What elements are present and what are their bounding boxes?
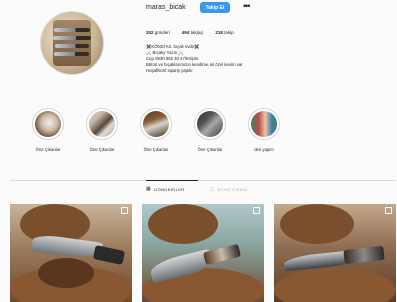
active-tab-indicator: [146, 180, 198, 181]
multiple-photos-icon: [121, 207, 128, 214]
knife-display-board: [53, 20, 91, 66]
highlight-thumbnail: [89, 111, 115, 137]
highlight-thumbnail: [251, 111, 277, 137]
multiple-photos-icon: [253, 207, 260, 214]
highlight-thumbnail: [143, 111, 169, 137]
post-thumbnail[interactable]: [274, 204, 396, 302]
follow-button[interactable]: Takip Et: [200, 2, 230, 13]
highlight-thumbnail: [197, 111, 223, 137]
tab-posts-label: GÖNDERİLER: [154, 186, 185, 192]
profile-page: maras_bicak Takip Et ••• 202 gönderi 494…: [0, 0, 397, 302]
profile-stats: 202 gönderi 494 takipçi 218 takip: [146, 30, 234, 35]
profile-avatar[interactable]: [40, 11, 104, 75]
knife-icon: [54, 28, 90, 32]
story-highlight[interactable]: Öne Çıkanlar: [138, 108, 174, 152]
bio-line: Hoşaflıktırl sipariş yapılır: [146, 68, 193, 73]
following-count[interactable]: 218 takip: [215, 30, 233, 35]
tab-posts[interactable]: ▦ GÖNDERİLER: [146, 186, 185, 192]
profile-bio: ✖️KÖNDİ Kıl. bıçak evde✖️ ⚔️ Bıçaky Yazı…: [146, 44, 326, 74]
story-highlight[interactable]: Öne Çıkanlar: [192, 108, 228, 152]
grid-icon: ▦: [146, 186, 152, 192]
multiple-photos-icon: [385, 207, 392, 214]
highlight-thumbnail: [35, 111, 61, 137]
more-horizontal-icon[interactable]: •••: [243, 1, 251, 11]
post-thumbnail[interactable]: [142, 204, 264, 302]
tab-tagged[interactable]: ◻ ETİKETLENDİ: [210, 186, 248, 192]
story-highlight[interactable]: deri yapım: [246, 108, 282, 152]
knife-icon: [55, 44, 89, 48]
posts-count[interactable]: 202 gönderi: [146, 30, 170, 35]
highlight-label: Öne Çıkanlar: [89, 147, 115, 152]
tab-tagged-label: ETİKETLENDİ: [217, 186, 248, 192]
highlight-label: deri yapım: [254, 147, 274, 152]
story-highlight[interactable]: Öne Çıkanlar: [84, 108, 120, 152]
knife-icon: [53, 36, 91, 40]
tab-divider: [10, 180, 396, 181]
profile-username: maras_bicak: [146, 4, 186, 11]
post-thumbnail[interactable]: [10, 204, 132, 302]
followers-count[interactable]: 494 takipçi: [182, 30, 204, 35]
highlight-label: Öne Çıkanlar: [143, 147, 169, 152]
knife-icon: [54, 52, 89, 56]
highlight-label: Öne Çıkanlar: [35, 147, 61, 152]
highlight-label: Öne Çıkanlar: [197, 147, 223, 152]
tag-icon: ◻: [210, 186, 215, 192]
story-highlight[interactable]: Öne Çıkanlar: [30, 108, 66, 152]
